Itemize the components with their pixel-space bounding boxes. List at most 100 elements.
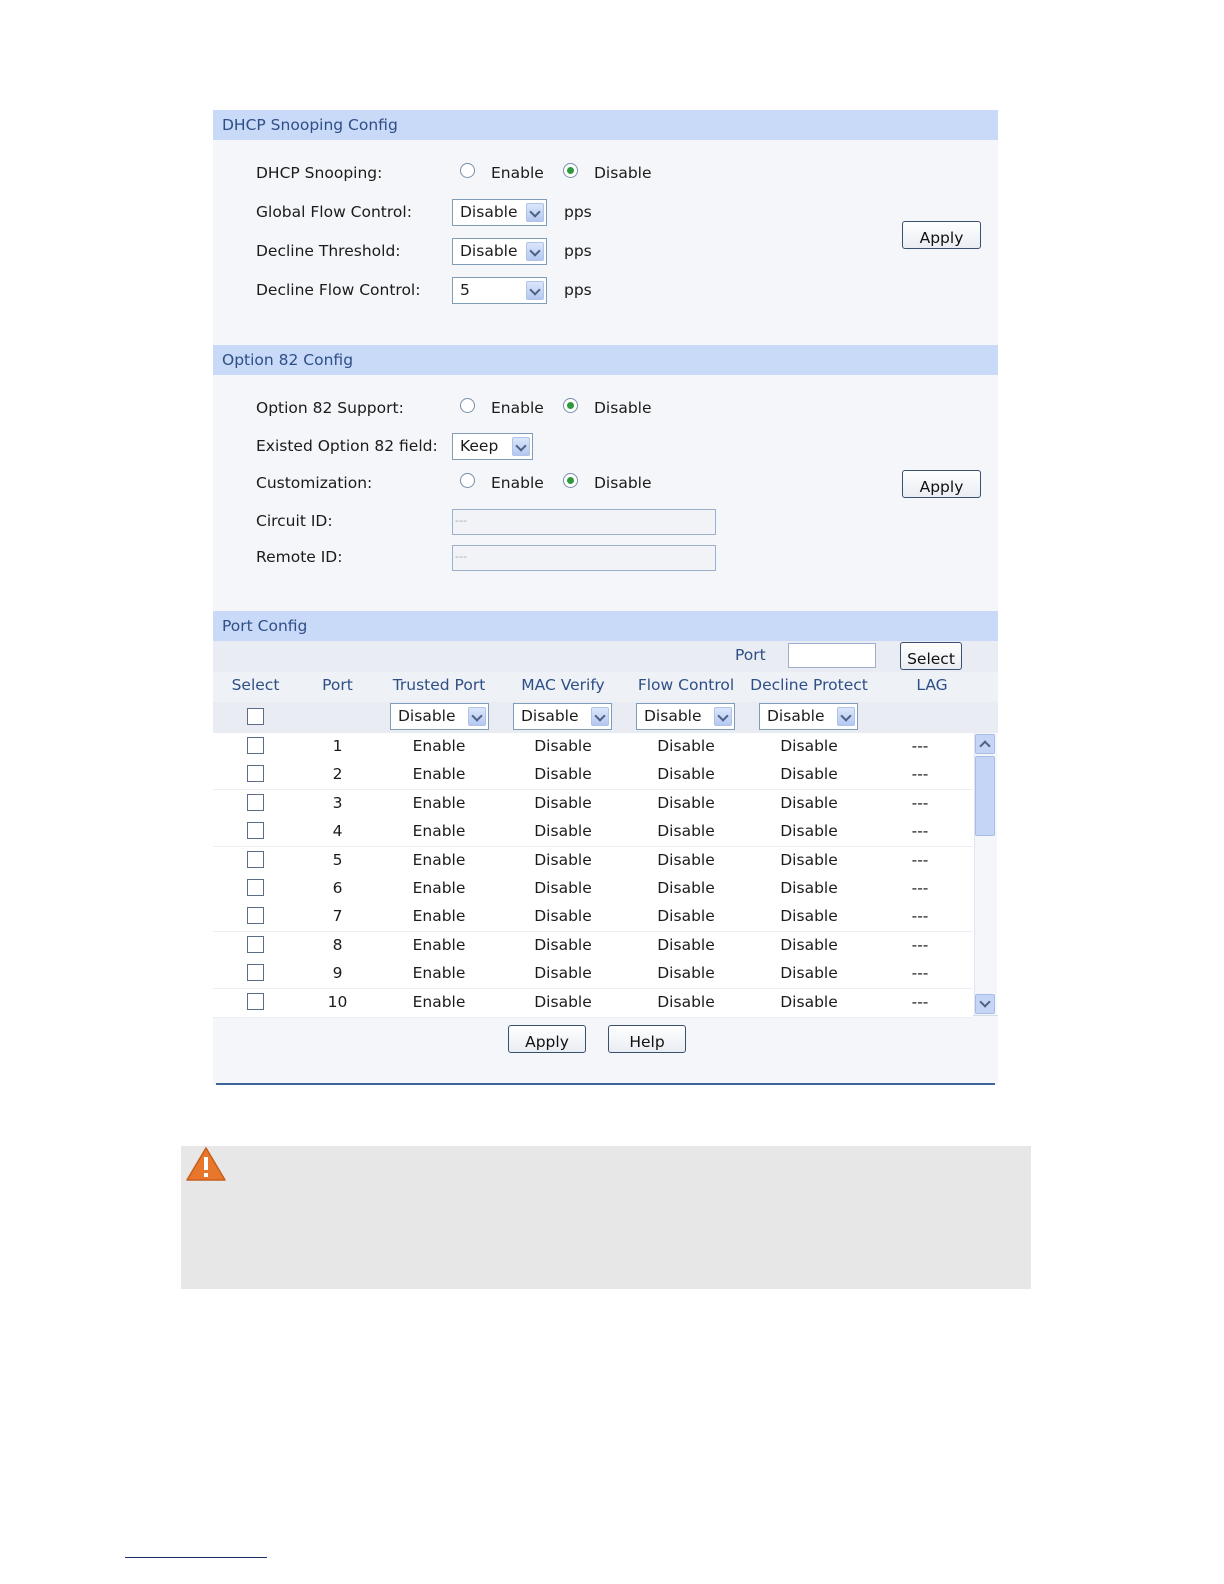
decline-protect-value: Disable — [780, 964, 838, 983]
lag-value: --- — [911, 793, 929, 812]
table-row[interactable]: 3 Enable Disable Disable Disable --- — [213, 789, 973, 819]
chevron-down-icon — [468, 707, 486, 726]
mac-verify-value: Disable — [534, 737, 592, 755]
option82-support-enable-radio[interactable] — [460, 398, 475, 413]
remote-id-label: Remote ID: — [256, 548, 343, 566]
batch-decline-protect-value: Disable — [767, 707, 825, 725]
decline-threshold-value: Disable — [460, 242, 518, 260]
decline-protect-value: Disable — [780, 992, 838, 1011]
decline-flow-control-value: 5 — [460, 281, 470, 299]
decline-protect-value: Disable — [780, 907, 838, 926]
option82-apply-button[interactable]: Apply — [902, 470, 981, 498]
port-number: 9 — [332, 964, 343, 983]
flow-control-value: Disable — [657, 793, 715, 812]
row-select-checkbox[interactable] — [247, 737, 264, 754]
lag-value: --- — [911, 737, 929, 755]
batch-decline-protect-select[interactable]: Disable — [759, 703, 858, 730]
row-select-checkbox[interactable] — [247, 992, 264, 1010]
port-select-button[interactable]: Select — [900, 642, 962, 670]
mac-verify-value: Disable — [534, 992, 592, 1011]
mac-verify-value: Disable — [534, 879, 592, 897]
lag-value: --- — [911, 907, 929, 926]
row-select-checkbox[interactable] — [247, 879, 264, 896]
remote-id-input[interactable]: --- — [452, 545, 716, 571]
row-select-checkbox[interactable] — [247, 793, 264, 811]
port-number: 4 — [332, 822, 343, 841]
existed-option82-field-value: Keep — [460, 437, 499, 455]
global-flow-control-select[interactable]: Disable — [452, 199, 547, 226]
scrollbar-thumb[interactable] — [975, 756, 995, 836]
row-select-checkbox[interactable] — [247, 964, 264, 982]
table-row[interactable]: 7 Enable Disable Disable Disable --- — [213, 903, 973, 933]
existed-option82-field-select[interactable]: Keep — [452, 433, 533, 460]
row-select-checkbox[interactable] — [247, 822, 264, 840]
table-row[interactable]: 6 Enable Disable Disable Disable --- — [213, 875, 973, 904]
batch-trusted-port-select[interactable]: Disable — [390, 703, 489, 730]
trusted-port-value: Enable — [412, 964, 466, 983]
table-row[interactable]: 2 Enable Disable Disable Disable --- — [213, 761, 973, 791]
row-select-checkbox[interactable] — [247, 907, 264, 925]
col-header-trusted-port: Trusted Port — [392, 676, 486, 694]
table-row[interactable]: 5 Enable Disable Disable Disable --- — [213, 846, 973, 876]
flow-control-value: Disable — [657, 879, 715, 897]
dhcp-snooping-label: DHCP Snooping: — [256, 164, 383, 182]
select-all-checkbox[interactable] — [247, 708, 264, 725]
flow-control-value: Disable — [657, 964, 715, 983]
mac-verify-value: Disable — [534, 765, 592, 784]
port-number: 2 — [332, 765, 343, 784]
table-row[interactable]: 9 Enable Disable Disable Disable --- — [213, 960, 973, 990]
batch-flow-control-value: Disable — [644, 707, 702, 725]
row-select-checkbox[interactable] — [247, 765, 264, 783]
lag-value: --- — [911, 765, 929, 784]
port-number: 10 — [327, 992, 348, 1011]
dhcp-snooping-enable-radio[interactable] — [460, 163, 475, 178]
option82-support-enable-label: Enable — [491, 399, 544, 417]
lag-value: --- — [911, 850, 929, 869]
decline-threshold-select[interactable]: Disable — [452, 238, 547, 265]
dhcp-snooping-disable-radio[interactable] — [563, 163, 578, 178]
row-select-checkbox[interactable] — [247, 935, 264, 953]
lag-value: --- — [911, 935, 929, 954]
customization-enable-radio[interactable] — [460, 473, 475, 488]
scroll-up-icon[interactable] — [975, 734, 995, 754]
port-config-apply-button[interactable]: Apply — [508, 1025, 586, 1053]
customization-disable-label: Disable — [594, 474, 652, 492]
flow-control-value: Disable — [657, 737, 715, 755]
port-search-label: Port — [735, 646, 766, 664]
chevron-down-icon — [526, 203, 544, 222]
trusted-port-value: Enable — [412, 765, 466, 784]
decline-flow-control-select[interactable]: 5 — [452, 277, 547, 304]
port-number: 8 — [332, 935, 343, 954]
batch-flow-control-select[interactable]: Disable — [636, 703, 735, 730]
port-search-input[interactable] — [788, 643, 876, 668]
mac-verify-value: Disable — [534, 964, 592, 983]
dhcp-snooping-disable-label: Disable — [594, 164, 652, 182]
circuit-id-input[interactable]: --- — [452, 509, 716, 535]
decline-flow-control-label: Decline Flow Control: — [256, 281, 421, 299]
row-select-checkbox[interactable] — [247, 850, 264, 868]
option82-support-disable-radio[interactable] — [563, 398, 578, 413]
table-row[interactable]: 1 Enable Disable Disable Disable --- — [213, 733, 973, 762]
help-button[interactable]: Help — [608, 1025, 686, 1053]
flow-control-value: Disable — [657, 907, 715, 926]
batch-mac-verify-select[interactable]: Disable — [513, 703, 612, 730]
decline-protect-value: Disable — [780, 850, 838, 869]
footer-rule — [125, 1557, 267, 1558]
table-row[interactable]: 8 Enable Disable Disable Disable --- — [213, 931, 973, 961]
chevron-down-icon — [714, 707, 732, 726]
col-header-port: Port — [322, 676, 353, 694]
flow-control-value: Disable — [657, 992, 715, 1011]
dhcp-snooping-apply-button[interactable]: Apply — [902, 221, 981, 249]
customization-disable-radio[interactable] — [563, 473, 578, 488]
table-row[interactable]: 4 Enable Disable Disable Disable --- — [213, 818, 973, 848]
table-row[interactable]: 10 Enable Disable Disable Disable --- — [213, 988, 973, 1018]
dhcp-snooping-header: DHCP Snooping Config — [213, 110, 998, 140]
option82-header: Option 82 Config — [213, 345, 998, 375]
scroll-down-icon[interactable] — [975, 994, 995, 1014]
decline-protect-value: Disable — [780, 879, 838, 897]
chevron-down-icon — [526, 281, 544, 300]
dhcp-snooping-enable-label: Enable — [491, 164, 544, 182]
mac-verify-value: Disable — [534, 822, 592, 841]
trusted-port-value: Enable — [412, 935, 466, 954]
port-search-row — [213, 641, 998, 672]
